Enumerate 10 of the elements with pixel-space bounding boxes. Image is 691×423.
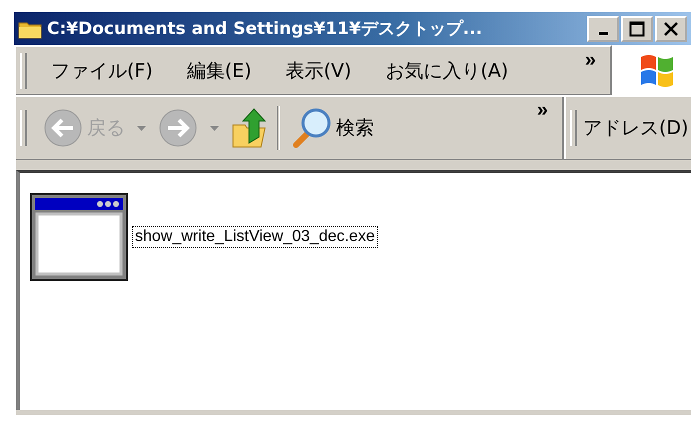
search-button[interactable]: 検索 — [286, 107, 378, 149]
file-name[interactable]: show_write_ListView_03_dec.exe — [132, 226, 378, 248]
menu-item[interactable]: お気に入り(A) — [373, 58, 520, 84]
menu-item[interactable]: ファイル(F) — [39, 58, 165, 84]
address-label: アドレス(D) — [583, 116, 688, 141]
menu-overflow-button[interactable]: » — [570, 47, 610, 74]
menu-item[interactable]: 表示(V) — [274, 58, 364, 84]
toolbar-overflow-button[interactable]: » — [522, 97, 562, 124]
window-title: C:¥Documents and Settings¥11¥デスクトップ... — [47, 18, 484, 40]
menu-item[interactable]: 編集(E) — [174, 58, 264, 84]
